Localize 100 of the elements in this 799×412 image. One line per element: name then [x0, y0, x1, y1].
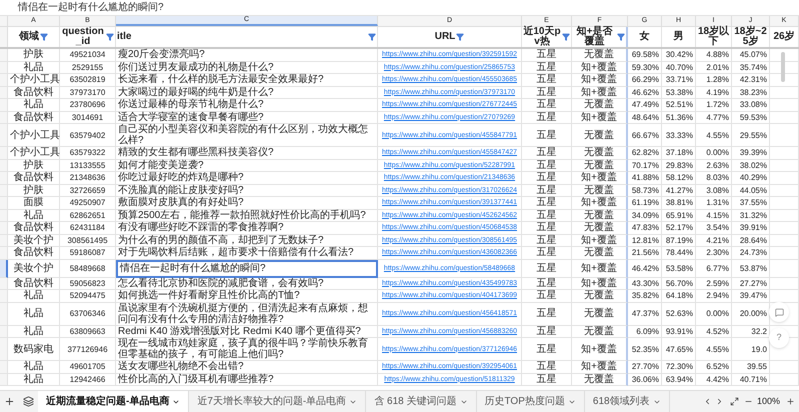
- text-cell-text: 五星: [536, 130, 558, 140]
- percent-cell-text: 39.39%: [738, 147, 767, 158]
- percent-cell-text: 48.64%: [630, 112, 659, 123]
- id-cell-text: 3014691: [70, 112, 104, 123]
- sheet-tab[interactable]: 近期流量稳定问题-单品电商: [38, 391, 190, 412]
- percent-cell-text: 3.54%: [705, 222, 729, 234]
- column-header: 18岁~25岁: [733, 27, 768, 47]
- text-cell: 个护小工具: [10, 130, 60, 140]
- fit-screen-icon[interactable]: [730, 397, 739, 406]
- percent-cell-text: 66.67%: [630, 130, 659, 140]
- percent-cell-text: 29.55%: [738, 130, 767, 140]
- percent-cell-text: 12.81%: [630, 234, 659, 246]
- text-cell-text: 五星: [536, 147, 558, 158]
- zoom-level: 100%: [756, 394, 780, 408]
- text-cell-text: 食品饮料: [12, 222, 54, 234]
- percent-cell-text: 31.32%: [738, 210, 767, 221]
- text-cell-text: 五星: [536, 99, 558, 110]
- percent-cell-text: 24.73%: [738, 247, 767, 258]
- percent-cell-text: 4.19%: [705, 86, 729, 98]
- text-cell-text: 五星: [536, 222, 558, 234]
- text-cell-text: 礼品: [22, 308, 44, 319]
- percent-cell-text: 21.56%: [630, 247, 659, 258]
- percent-cell-text: 59.53%: [738, 112, 767, 123]
- text-cell-text: 五星: [536, 184, 558, 196]
- percent-cell-text: 52.51%: [664, 99, 693, 110]
- row-header[interactable]: [0, 260, 8, 278]
- percent-cell-text: 59.30%: [630, 62, 659, 73]
- sheet-tab[interactable]: 历史TOP热度问题: [476, 391, 585, 412]
- text-cell-text: 礼品: [22, 326, 44, 337]
- add-sheet-icon[interactable]: [4, 396, 15, 407]
- percent-cell-text: 58.73%: [630, 184, 659, 196]
- percent-cell-text: 52.17%: [664, 222, 693, 234]
- percent-cell-text: 46.62%: [630, 86, 659, 98]
- scrollbar-thumb[interactable]: [781, 52, 785, 82]
- text-cell-text: 礼品: [22, 361, 44, 372]
- sheet-tab[interactable]: 含 618 关键词问题: [366, 391, 476, 412]
- percent-cell-text: 34.09%: [630, 210, 659, 221]
- text-cell-text: 知+覆盖: [580, 234, 618, 246]
- percent-cell-text: 35.74%: [738, 62, 767, 73]
- percent-cell-text: 53.58%: [664, 262, 693, 274]
- id-cell-text: 59056823: [68, 278, 106, 289]
- id-cell-text: 62431184: [69, 222, 106, 234]
- text-cell-text: 五星: [536, 262, 558, 274]
- id-cell-text: 37973170: [68, 86, 106, 98]
- id-cell-text: 49521034: [68, 49, 106, 60]
- text-cell-text: 无覆盖: [583, 130, 615, 140]
- percent-cell-text: 4.52%: [705, 326, 729, 337]
- text-cell-text: 面膜: [22, 197, 44, 208]
- title-cell-text: 瘦20斤会变漂亮吗?: [118, 49, 206, 60]
- percent-cell-text: 53.38%: [664, 86, 693, 98]
- sheet-tab[interactable]: 618领域列表: [584, 391, 670, 412]
- id-cell-text: 308561495: [66, 234, 109, 246]
- filter-icon[interactable]: [617, 33, 625, 41]
- text-cell-text: 数码家电: [12, 344, 54, 354]
- column-header: 领域: [19, 32, 39, 42]
- id-cell-text: 63579402: [68, 130, 106, 140]
- comment-button[interactable]: [769, 302, 789, 322]
- text-cell-text: 五星: [536, 247, 558, 258]
- text-cell-text: 礼品: [22, 62, 44, 73]
- text-cell-text: 五星: [536, 160, 558, 171]
- column-header: 女: [640, 32, 650, 42]
- percent-cell-text: 2.94%: [705, 290, 729, 302]
- percent-cell-text: 52.63%: [664, 308, 693, 319]
- percent-cell-text: 36.06%: [630, 374, 659, 385]
- text-cell-text: 知+覆盖: [580, 86, 618, 98]
- id-cell-text: 63809663: [68, 326, 106, 337]
- percent-cell-text: 1.72%: [705, 99, 729, 110]
- text-cell-text: 知+覆盖: [580, 278, 618, 289]
- title-cell[interactable]: 情侣在一起时有什么尴尬的瞬间?: [120, 262, 373, 274]
- percent-cell-text: 27.70%: [630, 361, 659, 372]
- title-cell-text: 性价比高的入门级耳机有哪些推荐?: [118, 374, 275, 385]
- title-cell-text: 适合大学寝室的速食早餐有哪些?: [118, 112, 265, 123]
- text-cell-text: 五星: [536, 210, 558, 221]
- zoom-in-icon[interactable]: [786, 397, 795, 406]
- text-cell-text: 无覆盖: [583, 184, 615, 196]
- percent-cell-text: 43.30%: [630, 278, 659, 289]
- percent-cell-text: 51.36%: [664, 112, 693, 123]
- filter-icon[interactable]: [562, 33, 570, 41]
- id-cell-text: 49601705: [68, 361, 106, 372]
- text-cell-text: 五星: [536, 74, 558, 86]
- percent-cell-text: 40.71%: [738, 374, 767, 385]
- title-cell-text: 对于先喝饮料后结账，超市要求十倍赔偿有什么看法?: [118, 247, 355, 258]
- text-cell-text: 五星: [536, 326, 558, 337]
- layers-icon[interactable]: [23, 396, 34, 407]
- percent-cell-text: 1.28%: [705, 74, 729, 86]
- percent-cell-text: 33.33%: [664, 130, 693, 140]
- text-cell-text: 五星: [536, 62, 558, 73]
- percent-cell-text: 2.63%: [705, 160, 729, 171]
- percent-cell-text: 19.0: [750, 344, 767, 354]
- filter-icon[interactable]: [456, 33, 464, 41]
- sheet-tab[interactable]: 近7天增长率较大的问题-单品电商: [189, 391, 366, 412]
- filter-icon[interactable]: [106, 33, 114, 41]
- title-cell-text: 不洗脸真的能让皮肤变好吗?: [118, 184, 245, 196]
- text-cell-text: 五星: [536, 49, 558, 60]
- filter-icon[interactable]: [40, 33, 48, 41]
- percent-cell-text: 33.08%: [738, 99, 767, 110]
- help-button[interactable]: ?: [769, 328, 789, 348]
- percent-cell-text: 6.77%: [705, 262, 729, 274]
- percent-cell-text: 4.15%: [705, 210, 729, 221]
- filter-icon[interactable]: [368, 33, 376, 41]
